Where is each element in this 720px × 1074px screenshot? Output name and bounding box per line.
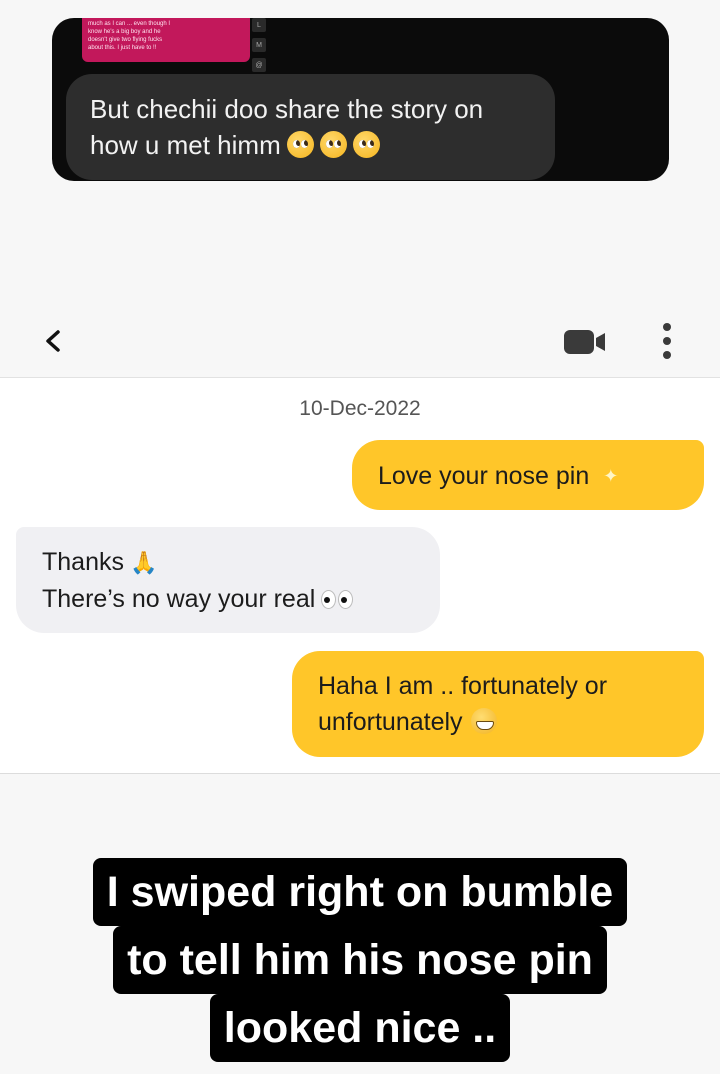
grinning-face-emoji [470, 708, 497, 734]
thumbnail-text-line: much as I can ... even though I [88, 21, 171, 27]
thumbnail-text-line: about this. I just have to !! [88, 45, 157, 51]
story-thumbnail[interactable]: much as I can ... even though I know he'… [82, 18, 250, 62]
caption-line: I swiped right on bumble [92, 858, 628, 926]
thumbnail-text-line: know he's a big boy and he [88, 29, 161, 35]
mini-key: M [252, 38, 266, 52]
story-caption: I swiped right on bumble to tell him his… [0, 858, 720, 1062]
message-text: Thanks [42, 548, 124, 576]
pleading-face-emoji [286, 131, 314, 158]
chat-date-label: 10-Dec-2022 [299, 397, 421, 420]
message-text: Haha I am .. fortunately or [318, 672, 608, 700]
incoming-message-bubble[interactable]: Thanks 🙏 There’s no way your real [16, 527, 440, 633]
pleading-face-emoji [352, 131, 380, 158]
story-reply-text: But chechii doo share the story on how u… [90, 94, 484, 160]
outgoing-message-bubble[interactable]: Love your nose pin ✦ [352, 440, 704, 510]
chat-bottom-divider [0, 773, 720, 774]
thumbnail-text-line: doesn't give two flying fucks [88, 37, 163, 43]
message-text: There’s no way your real [42, 585, 316, 613]
sparkles-emoji: ✦ [603, 466, 619, 486]
caption-line: to tell him his nose pin [113, 926, 607, 994]
mini-key: L [252, 18, 266, 32]
message-text: Love your nose pin [378, 462, 590, 490]
more-options-icon[interactable] [660, 321, 674, 361]
mini-key: @ [252, 58, 266, 72]
outgoing-message-bubble[interactable]: Haha I am .. fortunately or unfortunatel… [292, 651, 704, 757]
thumbnail-side-keys: L M @ [252, 18, 266, 72]
pleading-face-emoji [319, 131, 347, 158]
story-reply-message: But chechii doo share the story on how u… [66, 74, 555, 180]
folded-hands-emoji: 🙏 [129, 550, 158, 575]
video-call-icon[interactable] [563, 329, 607, 355]
message-text: unfortunately [318, 708, 463, 736]
back-arrow-icon[interactable] [40, 324, 70, 358]
caption-line: looked nice .. [209, 994, 511, 1062]
eyes-emoji [321, 590, 354, 609]
story-reply-card: much as I can ... even though I know he'… [52, 18, 669, 181]
